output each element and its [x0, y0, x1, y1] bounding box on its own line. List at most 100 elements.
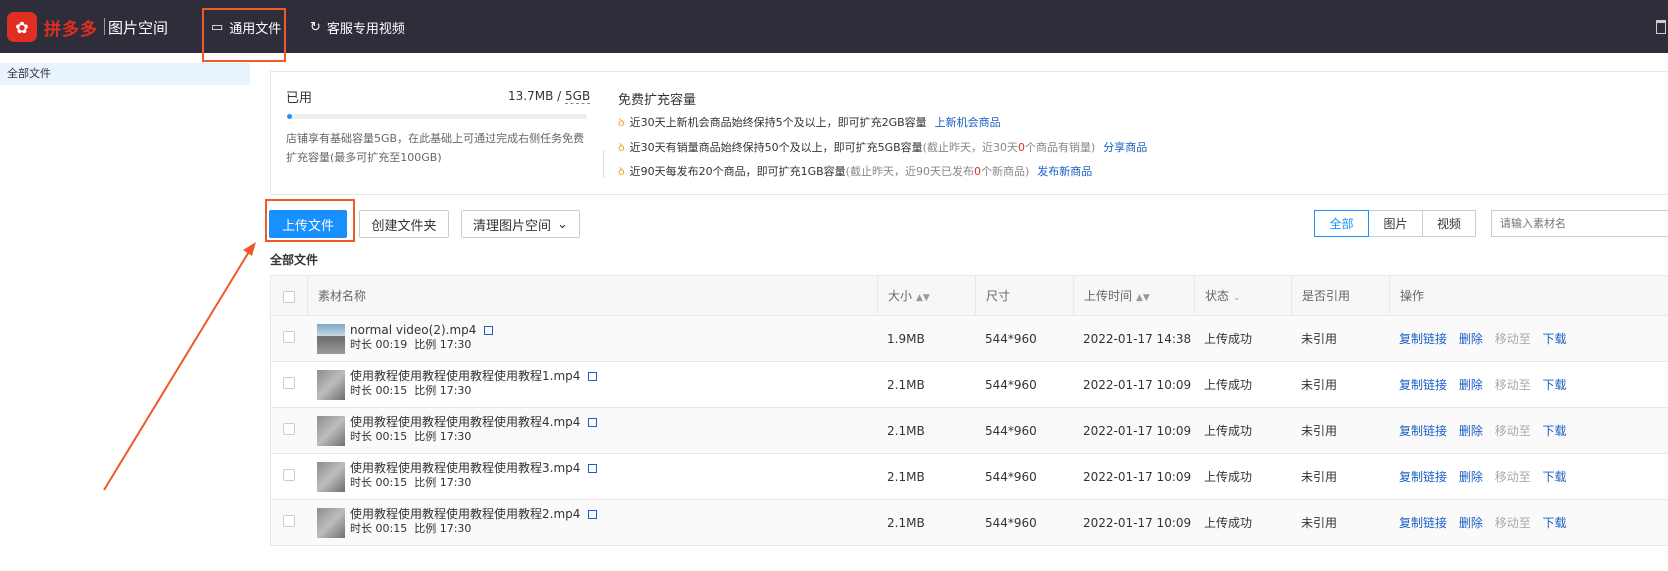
filter-all[interactable]: 全部 — [1314, 210, 1369, 237]
task-note: (截止昨天，近30天 — [922, 141, 1018, 154]
tab-general-files[interactable]: ▭ 通用文件 — [211, 18, 281, 37]
edit-icon[interactable] — [588, 372, 598, 381]
tab-service-videos[interactable]: ↻ 客服专用视频 — [310, 18, 405, 37]
row-checkbox[interactable] — [283, 515, 295, 527]
edit-icon[interactable] — [588, 510, 598, 519]
chevron-down-icon: ⌄ — [1233, 293, 1241, 303]
actions-cell: 复制链接 删除 移动至 下载 — [1389, 500, 1668, 546]
duration: 00:15 — [375, 384, 408, 397]
edit-icon[interactable] — [484, 326, 494, 335]
trash-icon[interactable] — [1656, 20, 1666, 34]
clean-space-button[interactable]: 清理图片空间 ⌄ — [461, 210, 580, 238]
move-to-button[interactable]: 移动至 — [1495, 516, 1531, 530]
status-cell: 上传成功 — [1204, 470, 1253, 484]
table-row: normal video(2).mp4 时长 00:19 比例 17:30 1.… — [270, 316, 1668, 362]
col-status[interactable]: 状态 ⌄ — [1194, 276, 1291, 316]
col-actions: 操作 — [1389, 276, 1668, 316]
copy-link-button[interactable]: 复制链接 — [1399, 378, 1447, 392]
task-note: 个新商品) — [980, 165, 1030, 178]
medal-icon: ꝺ — [618, 115, 625, 129]
medal-icon: ꝺ — [618, 140, 625, 154]
delete-button[interactable]: 删除 — [1459, 516, 1483, 530]
copy-link-button[interactable]: 复制链接 — [1399, 516, 1447, 530]
video-thumbnail[interactable] — [317, 416, 345, 446]
dimension-cell: 544*960 — [985, 378, 1037, 392]
header-checkbox-cell — [271, 276, 307, 316]
video-thumbnail[interactable] — [317, 462, 345, 492]
filter-images[interactable]: 图片 — [1368, 210, 1423, 237]
actions-cell: 复制链接 删除 移动至 下载 — [1389, 316, 1668, 362]
referenced-cell: 未引用 — [1301, 424, 1338, 438]
row-checkbox[interactable] — [283, 423, 295, 435]
referenced-cell: 未引用 — [1301, 516, 1338, 530]
edit-icon[interactable] — [588, 418, 598, 427]
row-checkbox[interactable] — [283, 377, 295, 389]
table-body: normal video(2).mp4 时长 00:19 比例 17:30 1.… — [270, 316, 1668, 546]
ratio: 17:30 — [439, 430, 472, 443]
brand-name: 拼多多 — [44, 20, 98, 40]
move-to-button[interactable]: 移动至 — [1495, 378, 1531, 392]
delete-button[interactable]: 删除 — [1459, 470, 1483, 484]
edit-icon[interactable] — [588, 464, 598, 473]
video-thumbnail[interactable] — [317, 370, 345, 400]
row-checkbox[interactable] — [283, 331, 295, 343]
file-name: 使用教程使用教程使用教程使用教程3.mp4 — [350, 461, 598, 475]
ratio: 17:30 — [439, 384, 472, 397]
copy-link-button[interactable]: 复制链接 — [1399, 332, 1447, 346]
main-content: 已用 13.7MB / 5GB 店铺享有基础容量5GB，在此基础上可通过完成右侧… — [250, 53, 1668, 571]
video-thumbnail[interactable] — [317, 508, 345, 538]
move-to-button[interactable]: 移动至 — [1495, 332, 1531, 346]
storage-description: 店铺享有基础容量5GB，在此基础上可通过完成右侧任务免费扩充容量(最多可扩充至1… — [286, 132, 585, 164]
col-status-label: 状态 — [1205, 289, 1230, 303]
move-to-button[interactable]: 移动至 — [1495, 424, 1531, 438]
chevron-down-icon: ⌄ — [557, 216, 568, 232]
task-text: 近90天每发布20个商品，即可扩充1GB容量 — [629, 165, 846, 178]
size-cell: 2.1MB — [887, 378, 925, 392]
video-thumbnail[interactable] — [317, 324, 345, 354]
top-bar: ✿ 拼多多 图片空间 ▭ 通用文件 ↻ 客服专用视频 — [0, 0, 1668, 53]
copy-link-button[interactable]: 复制链接 — [1399, 470, 1447, 484]
time-cell: 2022-01-17 10:09 — [1083, 424, 1192, 438]
download-button[interactable]: 下载 — [1543, 378, 1567, 392]
row-checkbox-cell — [271, 454, 307, 500]
tab-label: 通用文件 — [229, 22, 282, 37]
task-note: (截止昨天，近90天已发布 — [845, 165, 974, 178]
size-cell: 2.1MB — [887, 470, 925, 484]
used-amount: 13.7MB — [508, 89, 554, 103]
col-size[interactable]: 大小 ▲▼ — [877, 276, 975, 316]
download-button[interactable]: 下载 — [1543, 424, 1567, 438]
task-link[interactable]: 分享商品 — [1103, 139, 1147, 155]
create-folder-button[interactable]: 创建文件夹 — [359, 210, 449, 238]
task-link[interactable]: 上新机会商品 — [935, 114, 1001, 130]
table-header: 素材名称 大小 ▲▼ 尺寸 上传时间 ▲▼ 状态 ⌄ 是否引用 操作 — [270, 276, 1668, 316]
ratio: 17:30 — [439, 338, 472, 351]
col-upload-time[interactable]: 上传时间 ▲▼ — [1073, 276, 1194, 316]
dimension-cell: 544*960 — [985, 424, 1037, 438]
row-checkbox[interactable] — [283, 469, 295, 481]
delete-button[interactable]: 删除 — [1459, 424, 1483, 438]
select-all-checkbox[interactable] — [283, 291, 295, 303]
delete-button[interactable]: 删除 — [1459, 332, 1483, 346]
search-input[interactable] — [1491, 210, 1668, 237]
download-button[interactable]: 下载 — [1543, 332, 1567, 346]
size-cell: 2.1MB — [887, 424, 925, 438]
filter-videos[interactable]: 视频 — [1422, 210, 1476, 237]
actions-cell: 复制链接 删除 移动至 下载 — [1389, 362, 1668, 408]
task-text: 近30天上新机会商品始终保持5个及以上，即可扩充2GB容量 — [629, 116, 927, 129]
file-name-text: normal video(2).mp4 — [350, 323, 477, 337]
ratio-label: 比例 — [414, 384, 437, 397]
download-button[interactable]: 下载 — [1543, 470, 1567, 484]
copy-link-button[interactable]: 复制链接 — [1399, 424, 1447, 438]
col-name: 素材名称 — [307, 276, 877, 316]
col-dimensions: 尺寸 — [975, 276, 1073, 316]
pdd-logo-icon: ✿ — [7, 12, 37, 42]
sidebar-item-all-files[interactable]: 全部文件 — [0, 63, 250, 85]
task-link[interactable]: 发布新商品 — [1037, 163, 1092, 179]
refresh-icon: ↻ — [310, 20, 321, 35]
ratio-label: 比例 — [414, 430, 437, 443]
upload-button[interactable]: 上传文件 — [269, 210, 347, 238]
duration: 00:15 — [375, 476, 408, 489]
download-button[interactable]: 下载 — [1543, 516, 1567, 530]
move-to-button[interactable]: 移动至 — [1495, 470, 1531, 484]
delete-button[interactable]: 删除 — [1459, 378, 1483, 392]
